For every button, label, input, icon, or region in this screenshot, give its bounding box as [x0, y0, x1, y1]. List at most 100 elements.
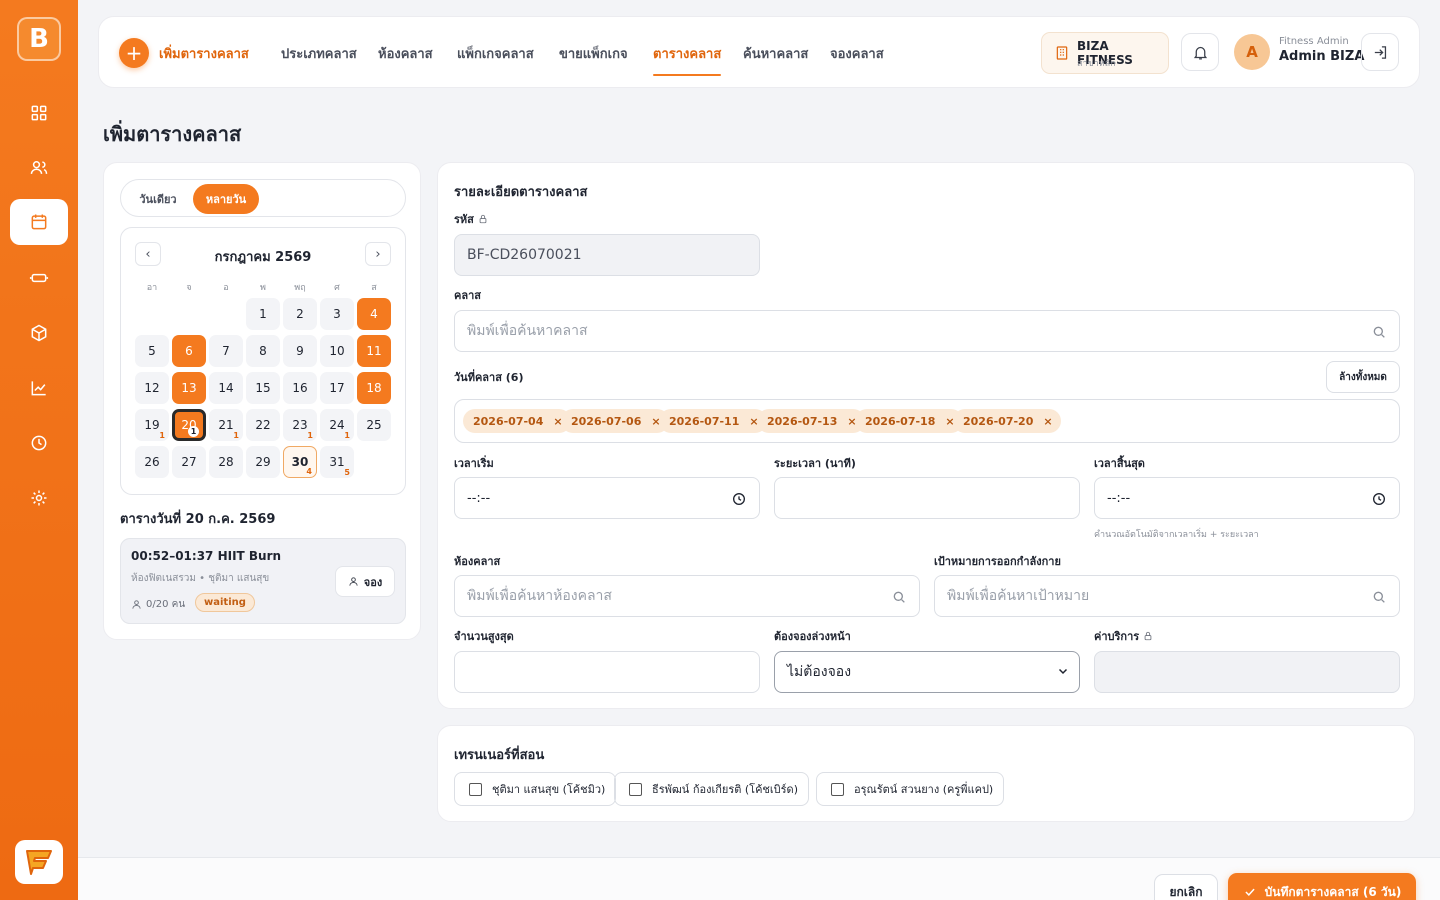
calendar-day[interactable]: 11	[357, 335, 391, 367]
tab-book-class[interactable]: จองคลาส	[830, 43, 884, 64]
calendar-day[interactable]: 9	[283, 335, 317, 367]
calendar-day-number: 6	[185, 344, 193, 358]
calendar-day-number: 11	[366, 344, 382, 358]
calendar-day[interactable]: 25	[357, 409, 391, 441]
clear-all-dates-button[interactable]: ล้างทั้งหมด	[1326, 361, 1400, 393]
trainer-panel: เทรนเนอร์ที่สอน ชุติมา แสนสุข (โค้ชมิว) …	[437, 725, 1415, 822]
avatar[interactable]: A	[1234, 34, 1270, 70]
end-time-input[interactable]: --:--	[1094, 477, 1400, 519]
date-tag-text: 2026-07-04	[473, 414, 544, 428]
calendar-day[interactable]: 10	[320, 335, 354, 367]
calendar-day[interactable]: 13	[172, 372, 206, 404]
sidebar-item-packages[interactable]	[10, 310, 68, 356]
mode-multi-day[interactable]: หลายวัน	[193, 184, 259, 214]
calendar-day[interactable]: 12	[135, 372, 169, 404]
calendar-day[interactable]: 30 4	[283, 446, 317, 478]
tab-class-rooms[interactable]: ห้องคลาส	[378, 43, 433, 64]
trainer-option[interactable]: อรุณรัตน์ สวนยาง (ครูพี่แคป)	[816, 772, 1005, 806]
calendar-day[interactable]: 22	[246, 409, 280, 441]
tab-search-class[interactable]: ค้นหาคลาส	[743, 43, 808, 64]
trainer-option[interactable]: ชุติมา แสนสุข (โค้ชมิว)	[454, 772, 617, 806]
calendar-day[interactable]: 28	[209, 446, 243, 478]
sidebar-item-schedule[interactable]	[10, 199, 68, 245]
calendar-day[interactable]: 6	[172, 335, 206, 367]
sidebar-item-history[interactable]	[10, 420, 68, 466]
calendar-day[interactable]: 2	[283, 298, 317, 330]
calendar-day[interactable]: 18	[357, 372, 391, 404]
calendar-day[interactable]: 26	[135, 446, 169, 478]
date-tag-text: 2026-07-20	[963, 414, 1034, 428]
checkbox[interactable]	[629, 782, 642, 796]
duration-input[interactable]	[774, 477, 1080, 519]
sidebar-item-tickets[interactable]	[10, 255, 68, 301]
date-tag-text: 2026-07-13	[767, 414, 838, 428]
calendar-day[interactable]: 1	[246, 298, 280, 330]
advance-booking-select[interactable]: ไม่ต้องจอง	[774, 651, 1080, 693]
advance-booking-value: ไม่ต้องจอง	[787, 664, 852, 680]
sidebar-item-reports[interactable]	[10, 365, 68, 411]
calendar-day[interactable]: 27	[172, 446, 206, 478]
room-search-input[interactable]: พิมพ์เพื่อค้นหาห้องคลาส	[454, 575, 920, 617]
code-field: BF-CD26070021	[454, 234, 760, 276]
calendar-day-number: 31	[329, 455, 345, 469]
sidebar-item-settings[interactable]	[10, 475, 68, 521]
calendar-day[interactable]: 4	[357, 298, 391, 330]
calendar-day[interactable]: 8	[246, 335, 280, 367]
org-selector[interactable]: BIZA FITNESS สาขาหลัก	[1041, 32, 1169, 74]
calendar-day[interactable]: 23 1	[283, 409, 317, 441]
goal-search-input[interactable]: พิมพ์เพื่อค้นหาเป้าหมาย	[934, 575, 1400, 617]
calendar-day-number: 14	[218, 381, 234, 395]
calendar-day[interactable]: 5	[135, 335, 169, 367]
calendar-day[interactable]: 21 1	[209, 409, 243, 441]
class-search-input[interactable]: พิมพ์เพื่อค้นหาคลาส	[454, 310, 1400, 352]
chevron-down-icon	[1058, 668, 1068, 675]
calendar-day-count: 1	[159, 431, 165, 440]
calendar-day[interactable]: 15	[246, 372, 280, 404]
tab-class-schedule[interactable]: ตารางคลาส	[653, 43, 722, 76]
schedule-item-title: 00:52–01:37 HIIT Burn	[131, 549, 282, 563]
trainer-name: อรุณรัตน์ สวนยาง (ครูพี่แคป)	[854, 783, 994, 796]
mode-single-day[interactable]: วันเดียว	[127, 184, 189, 214]
calendar-day[interactable]: 19 1	[135, 409, 169, 441]
checkbox[interactable]	[831, 782, 844, 796]
sidebar-item-dashboard[interactable]	[10, 90, 68, 136]
notifications-button[interactable]	[1181, 33, 1219, 71]
fee-label-text: ค่าบริการ	[1094, 630, 1140, 643]
calendar-day[interactable]: 14	[209, 372, 243, 404]
tab-class-packages[interactable]: แพ็กเกจคลาส	[457, 43, 534, 64]
trainer-option[interactable]: ธีรพัฒน์ ก้องเกียรติ (โค้ชเบิร์ด)	[614, 772, 809, 806]
calendar-day[interactable]: 3	[320, 298, 354, 330]
tab-add-schedule[interactable]: เพิ่มตารางคลาส	[159, 43, 249, 64]
app-logo[interactable]: B	[17, 17, 61, 61]
calendar-day[interactable]: 29	[246, 446, 280, 478]
calendar-day-number: 10	[329, 344, 345, 358]
calendar-day[interactable]: 20 1	[172, 409, 206, 441]
remove-date-icon[interactable]: ×	[1043, 415, 1052, 428]
book-button[interactable]: จอง	[335, 566, 395, 597]
cancel-button[interactable]: ยกเลิก	[1154, 874, 1218, 900]
checkbox[interactable]	[469, 782, 482, 796]
max-capacity-input[interactable]	[454, 651, 760, 693]
calendar-day[interactable]: 17	[320, 372, 354, 404]
tab-class-types[interactable]: ประเภทคลาส	[281, 43, 357, 64]
start-time-value: --:--	[467, 490, 491, 506]
schedule-item[interactable]: 00:52–01:37 HIIT Burn ห้องฟิตเนสรวม • ชุ…	[120, 538, 406, 624]
goal-label: เป้าหมายการออกกำลังกาย	[934, 555, 1061, 568]
date-tag: 2026-07-04 ×	[463, 409, 571, 433]
brand-logo[interactable]	[15, 840, 63, 884]
class-placeholder: พิมพ์เพื่อค้นหาคลาส	[467, 323, 588, 339]
calendar-day[interactable]: 7	[209, 335, 243, 367]
save-button[interactable]: บันทึกตารางคลาส (6 วัน)	[1228, 873, 1416, 900]
add-schedule-button[interactable]: +	[119, 38, 149, 68]
calendar-day[interactable]: 24 1	[320, 409, 354, 441]
date-tag: 2026-07-11 ×	[659, 409, 767, 433]
search-icon	[1373, 591, 1385, 603]
next-month-button[interactable]: ›	[365, 242, 391, 266]
start-time-input[interactable]: --:--	[454, 477, 760, 519]
weekday-label: พ	[260, 283, 266, 293]
calendar-day[interactable]: 16	[283, 372, 317, 404]
calendar-day[interactable]: 31 5	[320, 446, 354, 478]
sidebar-item-members[interactable]	[10, 145, 68, 191]
tab-sell-packages[interactable]: ขายแพ็กเกจ	[559, 43, 628, 64]
logout-button[interactable]	[1361, 33, 1399, 71]
